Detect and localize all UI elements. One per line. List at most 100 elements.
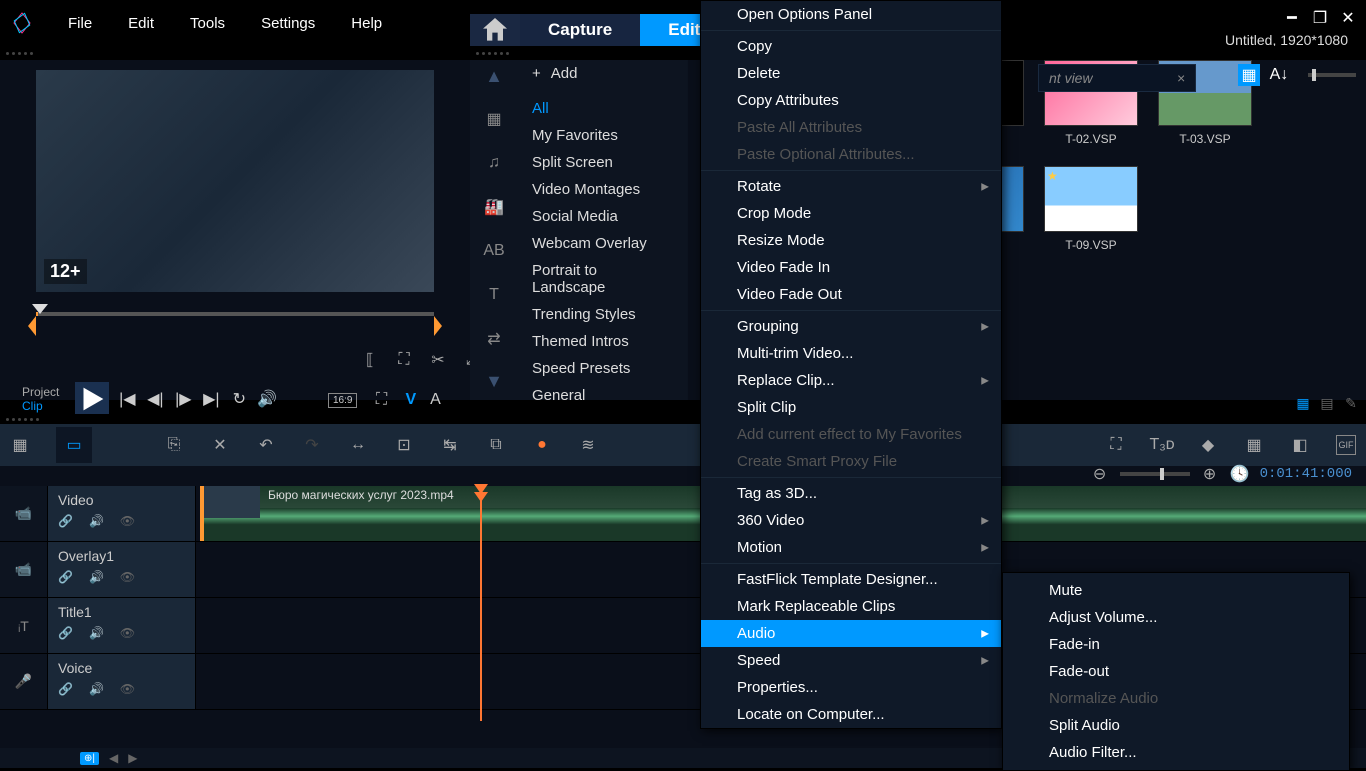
track-label-area[interactable]: Title1🔗🔊👁	[48, 598, 196, 653]
playhead-line[interactable]	[480, 486, 482, 721]
track-header[interactable]: 📹	[0, 542, 48, 597]
context-menu-item[interactable]: Crop Mode	[701, 200, 1001, 227]
scroll-left-icon[interactable]: ◀	[109, 751, 118, 765]
category-item[interactable]: Speed Presets	[518, 355, 688, 382]
scroll-marker[interactable]: ⊕|	[80, 752, 99, 765]
submenu-item[interactable]: Audio Filter...	[1003, 739, 1349, 766]
go-end-icon[interactable]: ▶|	[201, 389, 221, 409]
video-toggle[interactable]: V	[405, 391, 416, 409]
mute-icon[interactable]: 👁	[120, 682, 135, 696]
track-header[interactable]: 📹	[0, 486, 48, 541]
timeline-grip[interactable]	[0, 414, 1366, 424]
scroll-up-icon[interactable]: ▲	[485, 66, 503, 87]
link-icon[interactable]: 🔗	[58, 570, 73, 584]
context-menu-item[interactable]: Speed▶	[701, 647, 1001, 674]
context-menu-item[interactable]: Copy Attributes	[701, 87, 1001, 114]
context-menu-item[interactable]: Delete	[701, 60, 1001, 87]
link-icon[interactable]: 🔗	[58, 514, 73, 528]
add-category[interactable]: + Add	[518, 60, 688, 87]
close-button[interactable]: ✕	[1340, 10, 1356, 26]
track-label-area[interactable]: Video🔗🔊👁	[48, 486, 196, 541]
templates-icon[interactable]: 🏭	[482, 195, 506, 219]
context-menu-item[interactable]: Rotate▶	[701, 173, 1001, 200]
category-item[interactable]: My Favorites	[518, 122, 688, 149]
go-start-icon[interactable]: |◀	[117, 389, 137, 409]
lock-icon[interactable]: 🔊	[89, 570, 104, 584]
lock-icon[interactable]: 🔊	[89, 514, 104, 528]
context-menu-item[interactable]: Audio▶	[701, 620, 1001, 647]
clock-icon[interactable]: 🕓	[1230, 464, 1250, 484]
audio-icon[interactable]: ♫	[482, 151, 506, 175]
menu-settings[interactable]: Settings	[243, 7, 333, 40]
context-menu-item[interactable]: Split Clip	[701, 394, 1001, 421]
menu-help[interactable]: Help	[333, 7, 400, 40]
context-menu-item[interactable]: Locate on Computer...	[701, 701, 1001, 728]
link-icon[interactable]: 🔗	[58, 626, 73, 640]
panel-grip[interactable]	[0, 46, 470, 60]
fit-project-icon[interactable]: ⛶	[1106, 435, 1126, 455]
timeline-view-icon[interactable]: ▭	[56, 427, 92, 463]
record-icon[interactable]: ●	[532, 435, 552, 455]
mask-icon[interactable]: ▦	[1244, 435, 1264, 455]
category-item[interactable]: All	[518, 95, 688, 122]
context-menu-item[interactable]: Video Fade Out	[701, 281, 1001, 308]
scroll-down-icon[interactable]: ▼	[485, 371, 503, 392]
template-item[interactable]: ★T-09.VSP	[1044, 166, 1138, 252]
category-item[interactable]: Video Montages	[518, 176, 688, 203]
fit-width-icon[interactable]: ↔	[348, 435, 368, 455]
mute-icon[interactable]: 👁	[120, 570, 135, 584]
list-view-icon[interactable]: ▤	[1318, 394, 1336, 412]
context-menu-item[interactable]: Open Options Panel	[701, 1, 1001, 28]
track-label-area[interactable]: Overlay1🔗🔊👁	[48, 542, 196, 597]
context-menu-item[interactable]: Mark Replaceable Clips	[701, 593, 1001, 620]
context-menu-item[interactable]: Multi-trim Video...	[701, 340, 1001, 367]
media-icon[interactable]: ▦	[482, 107, 506, 131]
mute-icon[interactable]: 👁	[120, 626, 135, 640]
lock-icon[interactable]: 🔊	[89, 626, 104, 640]
audio-toggle[interactable]: A	[430, 391, 441, 409]
preview-viewport[interactable]: 12+	[36, 70, 434, 292]
3d-icon[interactable]: T₃ᴅ	[1152, 435, 1172, 455]
context-menu-item[interactable]: Copy	[701, 33, 1001, 60]
redo-icon[interactable]: ↷	[302, 435, 322, 455]
context-menu-item[interactable]: Replace Clip...▶	[701, 367, 1001, 394]
undo-icon[interactable]: ↶	[256, 435, 276, 455]
search-input[interactable]: nt view ×	[1038, 64, 1196, 92]
context-menu-item[interactable]: Resize Mode	[701, 227, 1001, 254]
context-menu-item[interactable]: Video Fade In	[701, 254, 1001, 281]
context-menu-item[interactable]: Tag as 3D...	[701, 480, 1001, 507]
track-header[interactable]: 🎤	[0, 654, 48, 709]
submenu-item[interactable]: Adjust Volume...	[1003, 604, 1349, 631]
zoom-out-icon[interactable]: ⊖	[1090, 464, 1110, 484]
submenu-item[interactable]: Mute	[1003, 577, 1349, 604]
category-item[interactable]: Portrait to Landscape	[518, 257, 688, 301]
title-icon[interactable]: AB	[482, 239, 506, 263]
submenu-item[interactable]: Split Audio	[1003, 712, 1349, 739]
transition-icon[interactable]: ⇄	[482, 327, 506, 351]
category-item[interactable]: Social Media	[518, 203, 688, 230]
mute-icon[interactable]: 👁	[120, 514, 135, 528]
restore-button[interactable]: ❐	[1312, 10, 1328, 26]
loop-icon[interactable]: ↻	[229, 389, 249, 409]
timeline-zoom-slider[interactable]	[1120, 472, 1190, 476]
clear-search-icon[interactable]: ×	[1177, 70, 1185, 86]
resize-tool-icon[interactable]: ⛶	[371, 390, 391, 410]
category-item[interactable]: Webcam Overlay	[518, 230, 688, 257]
group-icon[interactable]: ⧉	[486, 435, 506, 455]
category-item[interactable]: Split Screen	[518, 149, 688, 176]
track-header[interactable]: ᵢT	[0, 598, 48, 653]
gif-icon[interactable]: GIF	[1336, 435, 1356, 455]
pan-zoom-icon[interactable]: ◆	[1198, 435, 1218, 455]
next-frame-icon[interactable]: |▶	[173, 389, 193, 409]
tools-icon[interactable]: ✕	[210, 435, 230, 455]
mark-in-icon[interactable]: ⟦	[360, 350, 380, 370]
tab-capture[interactable]: Capture	[520, 14, 640, 46]
context-menu-item[interactable]: Grouping▶	[701, 313, 1001, 340]
prev-frame-icon[interactable]: ◀|	[145, 389, 165, 409]
menu-file[interactable]: File	[50, 7, 110, 40]
menu-edit[interactable]: Edit	[110, 7, 172, 40]
scroll-right-icon[interactable]: ▶	[128, 751, 137, 765]
split-icon[interactable]: ✂	[428, 350, 448, 370]
timeline-timecode[interactable]: 0:01:41:000	[1260, 466, 1352, 482]
grid-view-icon[interactable]: ▦	[1238, 64, 1260, 86]
